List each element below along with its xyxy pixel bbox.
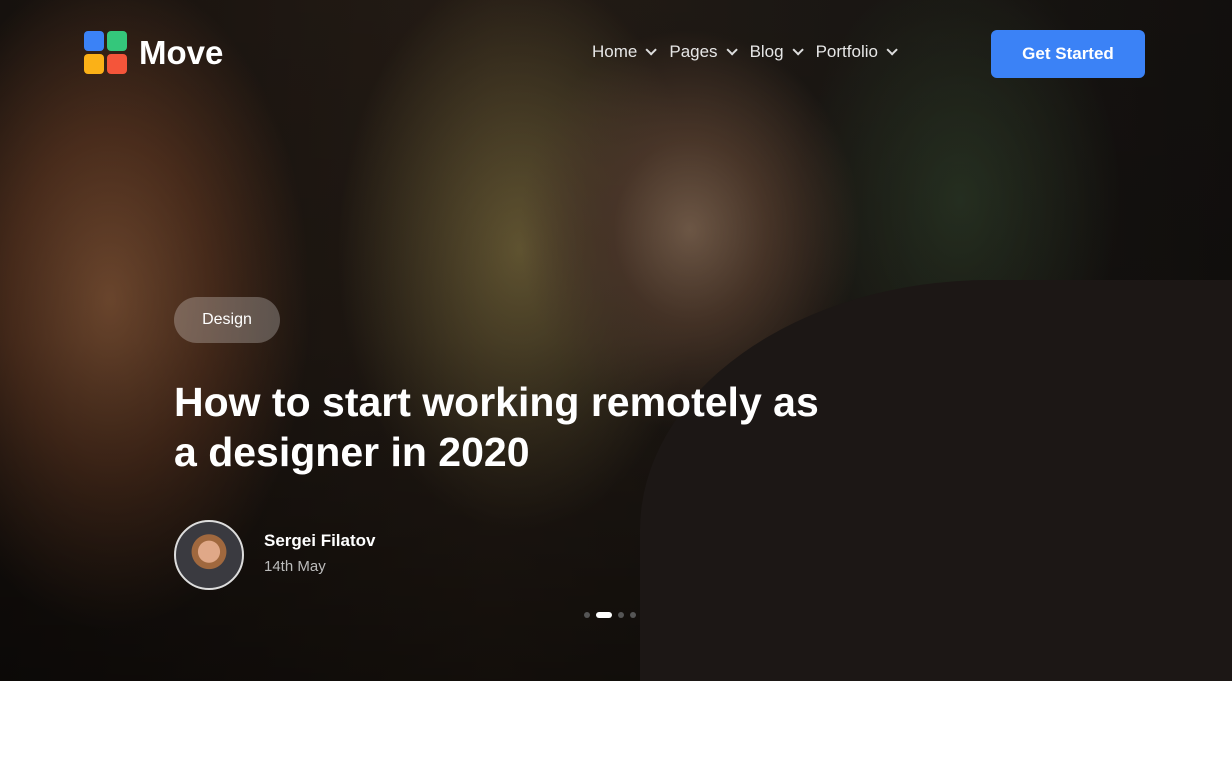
nav-label: Blog (749, 42, 784, 61)
category-tag[interactable]: Design (174, 297, 280, 343)
nav-label: Pages (669, 42, 718, 61)
author-avatar (174, 520, 244, 590)
slider-dot[interactable] (584, 612, 590, 618)
hero-photo-foreground (640, 280, 1232, 681)
nav-portfolio[interactable]: Portfolio (815, 42, 898, 62)
get-started-button[interactable]: Get Started (991, 30, 1145, 78)
nav-label: Portfolio (815, 42, 878, 61)
slider-dot[interactable] (618, 612, 624, 618)
brand-name: Move (139, 33, 224, 71)
nav-home[interactable]: Home (592, 42, 658, 62)
post-title[interactable]: How to start working remotely as a desig… (174, 377, 834, 477)
nav-pages[interactable]: Pages (669, 42, 738, 62)
logo[interactable]: Move (84, 31, 223, 74)
nav-blog[interactable]: Blog (749, 42, 804, 62)
post-date: 14th May (264, 558, 326, 575)
chevron-down-icon (792, 44, 804, 56)
chevron-down-icon (726, 44, 738, 56)
nav-label: Home (592, 42, 638, 61)
author-name[interactable]: Sergei Filatov (264, 531, 375, 551)
slider-dot[interactable] (630, 612, 636, 618)
slider-dots (584, 612, 636, 618)
chevron-down-icon (645, 44, 658, 56)
logo-icon (84, 31, 127, 74)
chevron-down-icon (886, 44, 898, 56)
main-nav: Home Pages Blog Portfolio (592, 42, 910, 62)
slider-dot-active[interactable] (596, 612, 612, 618)
